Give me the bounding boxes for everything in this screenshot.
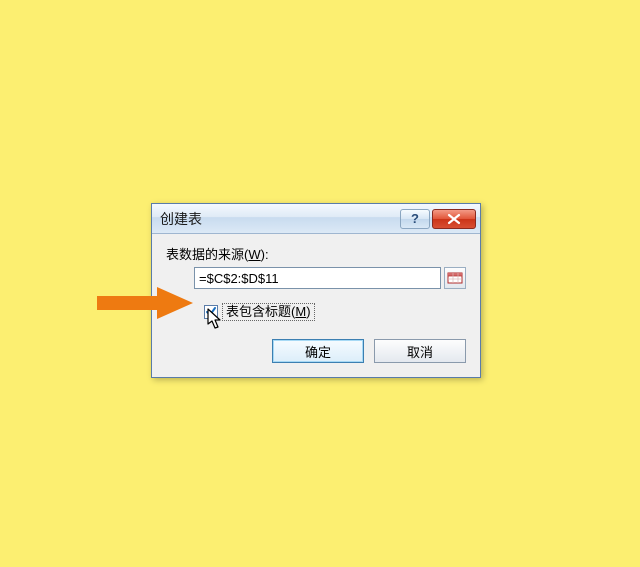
help-icon: ?: [411, 211, 419, 226]
range-input[interactable]: [194, 267, 441, 289]
headers-checkbox-row: 表包含标题(M): [204, 303, 466, 321]
button-row: 确定 取消: [166, 339, 466, 363]
range-picker-button[interactable]: [444, 267, 466, 289]
cancel-button[interactable]: 取消: [374, 339, 466, 363]
source-label: 表数据的来源(W):: [166, 244, 466, 263]
dialog-body: 表数据的来源(W): 表包含标题(: [152, 234, 480, 377]
create-table-dialog: 创建表 ? 表数据的来源(W):: [151, 203, 481, 378]
dialog-title: 创建表: [160, 209, 400, 229]
annotation-arrow-icon: [97, 287, 193, 319]
cursor-icon: [207, 308, 223, 330]
close-icon: [447, 213, 461, 225]
ok-button[interactable]: 确定: [272, 339, 364, 363]
headers-checkbox-label[interactable]: 表包含标题(M): [222, 303, 315, 321]
refedit-icon: [447, 272, 463, 284]
source-input-row: [194, 267, 466, 289]
titlebar[interactable]: 创建表 ?: [152, 204, 480, 234]
close-button[interactable]: [432, 209, 476, 229]
help-button[interactable]: ?: [400, 209, 430, 229]
